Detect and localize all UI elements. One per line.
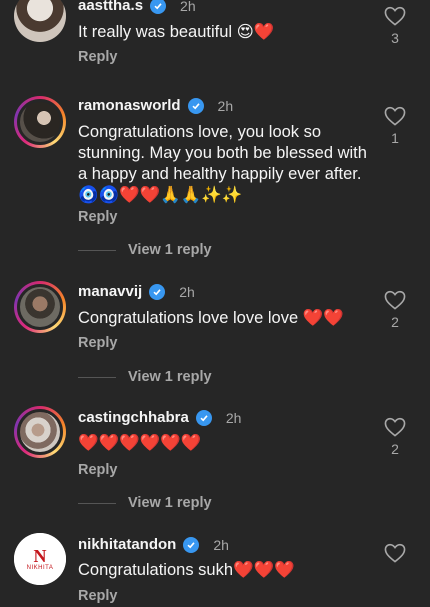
comment-time: 2h	[213, 536, 229, 553]
like-count: 2	[391, 441, 399, 457]
reply-button[interactable]: Reply	[78, 209, 118, 225]
heart-outline-icon[interactable]	[384, 543, 406, 563]
view-replies[interactable]: View 1 reply	[78, 369, 212, 385]
comment-header: manavvij 2h	[78, 283, 195, 300]
reply-button[interactable]: Reply	[78, 335, 118, 351]
avatar[interactable]	[14, 96, 66, 148]
view-replies-label[interactable]: View 1 reply	[128, 495, 212, 511]
verified-badge-icon	[183, 536, 200, 553]
view-replies-label[interactable]: View 1 reply	[128, 242, 212, 258]
username[interactable]: castingchhabra	[78, 409, 189, 426]
view-replies-label[interactable]: View 1 reply	[128, 369, 212, 385]
view-replies[interactable]: View 1 reply	[78, 242, 212, 258]
divider-line	[78, 502, 116, 504]
comment-text: ❤️❤️❤️❤️❤️❤️	[78, 434, 202, 452]
divider-line	[78, 376, 116, 378]
username[interactable]: manavvij	[78, 283, 142, 300]
comment-time: 2h	[180, 0, 196, 14]
like-count: 3	[391, 30, 399, 46]
username[interactable]: aasttha.s	[78, 0, 143, 14]
avatar[interactable]: N NIKHITA	[14, 533, 66, 585]
comment-text: It really was beautiful 😍❤️	[78, 23, 275, 41]
comment-text: Congratulations sukh❤️❤️❤️	[78, 561, 295, 579]
avatar-logo-text: NIKHITA	[26, 565, 54, 571]
verified-badge-icon	[149, 283, 166, 300]
comment-header: aasttha.s 2h	[78, 0, 196, 14]
username[interactable]: ramonasworld	[78, 97, 181, 114]
verified-badge-icon	[187, 97, 204, 114]
avatar[interactable]	[14, 0, 66, 42]
comment-header: ramonasworld 2h	[78, 97, 233, 114]
avatar-logo: N	[33, 546, 47, 566]
comment-time: 2h	[217, 97, 234, 114]
comment-time: 2h	[179, 283, 195, 300]
reply-button[interactable]: Reply	[78, 49, 118, 65]
heart-outline-icon[interactable]	[384, 6, 406, 26]
reply-button[interactable]: Reply	[78, 462, 118, 478]
like-count: 1	[391, 130, 399, 146]
verified-badge-icon	[150, 0, 167, 14]
reply-button[interactable]: Reply	[78, 588, 118, 604]
heart-outline-icon[interactable]	[384, 417, 406, 437]
comment-header: castingchhabra 2h	[78, 409, 241, 426]
heart-outline-icon[interactable]	[384, 290, 406, 310]
avatar[interactable]	[14, 406, 66, 458]
username[interactable]: nikhitatandon	[78, 536, 176, 553]
comment-time: 2h	[225, 409, 242, 426]
comment-text: Congratulations love love love ❤️❤️	[78, 309, 344, 327]
comment-text: Congratulations love, you look so stunni…	[78, 123, 367, 204]
verified-badge-icon	[195, 409, 212, 426]
heart-outline-icon[interactable]	[384, 106, 406, 126]
like-count: 2	[391, 314, 399, 330]
comment-header: nikhitatandon 2h	[78, 536, 229, 553]
view-replies[interactable]: View 1 reply	[78, 495, 212, 511]
divider-line	[78, 249, 116, 251]
avatar[interactable]	[14, 281, 66, 333]
